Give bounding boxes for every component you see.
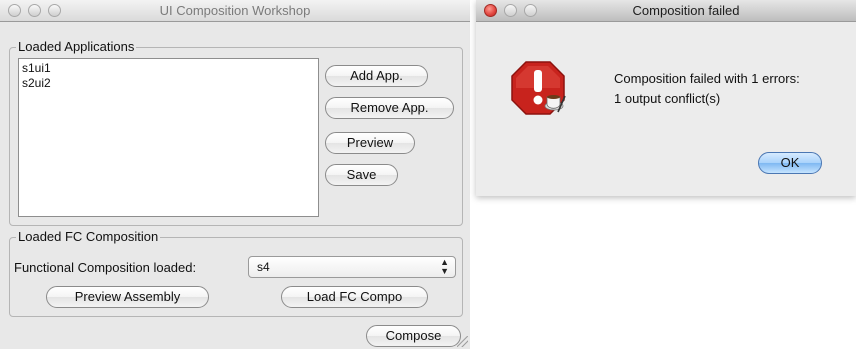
- loaded-fc-composition-label: Loaded FC Composition: [16, 229, 161, 244]
- dialog-titlebar: Composition failed: [476, 0, 856, 22]
- loaded-fc-composition-group: Loaded FC Composition Functional Composi…: [9, 229, 463, 317]
- loaded-applications-label: Loaded Applications: [16, 39, 137, 54]
- composition-workshop-window: UI Composition Workshop Loaded Applicati…: [0, 0, 470, 349]
- add-app-button[interactable]: Add App.: [325, 65, 428, 87]
- updown-arrows-icon: ▲ ▼: [440, 257, 449, 276]
- ok-button[interactable]: OK: [758, 152, 822, 174]
- close-dialog-button[interactable]: [484, 4, 497, 17]
- error-message-line1: Composition failed with 1 errors:: [614, 71, 800, 86]
- dialog-title: Composition failed: [632, 3, 740, 18]
- compose-button[interactable]: Compose: [366, 325, 461, 347]
- stop-error-icon: [510, 60, 566, 116]
- window-title: UI Composition Workshop: [159, 3, 311, 18]
- functional-composition-label: Functional Composition loaded:: [14, 260, 197, 275]
- save-button[interactable]: Save: [325, 164, 398, 186]
- composition-failed-dialog: Composition failed Composition failed wi…: [476, 0, 856, 196]
- list-item[interactable]: s1ui1: [22, 61, 315, 76]
- remove-app-button[interactable]: Remove App.: [325, 97, 454, 119]
- selected-composition-value: s4: [257, 260, 270, 274]
- error-message-line2: 1 output conflict(s): [614, 91, 721, 106]
- loaded-applications-group: Loaded Applications s1ui1 s2ui2 Add App.…: [9, 39, 463, 226]
- main-titlebar: UI Composition Workshop: [0, 0, 470, 22]
- resize-grip-icon[interactable]: [457, 336, 468, 347]
- applications-list[interactable]: s1ui1 s2ui2: [18, 58, 319, 217]
- functional-composition-select[interactable]: s4 ▲ ▼: [248, 256, 456, 278]
- list-item[interactable]: s2ui2: [22, 76, 315, 91]
- load-fc-compo-button[interactable]: Load FC Compo: [281, 286, 428, 308]
- preview-button[interactable]: Preview: [325, 132, 415, 154]
- preview-assembly-button[interactable]: Preview Assembly: [46, 286, 209, 308]
